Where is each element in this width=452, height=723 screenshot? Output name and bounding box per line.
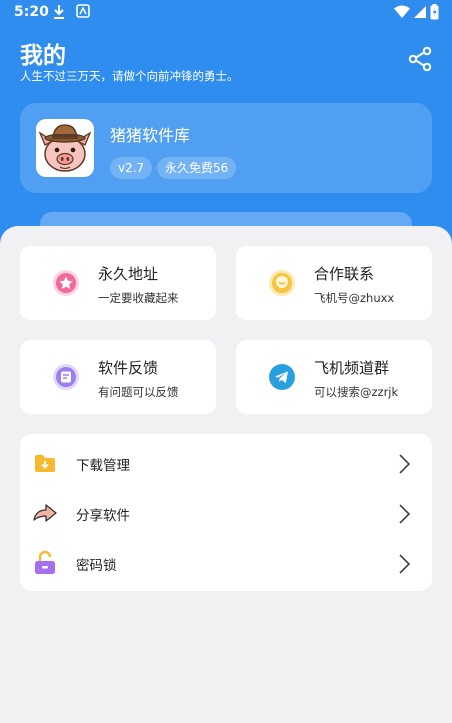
lock-icon [35, 550, 55, 574]
tile-cooperation-contact[interactable]: 合作联系 飞机号@zhuxx [236, 246, 432, 320]
version-badge: v2.7 [110, 157, 153, 179]
menu-item-share-software[interactable]: 分享软件 [20, 487, 432, 537]
tile-subtitle: 可以搜索@zzrjk [314, 385, 399, 399]
tile-title: 软件反馈 [98, 359, 159, 377]
tile-software-feedback[interactable]: 软件反馈 有问题可以反馈 [20, 340, 216, 414]
chevron-right-icon [399, 554, 411, 574]
tile-subtitle: 有问题可以反馈 [98, 385, 179, 399]
pig-logo-icon [38, 124, 92, 172]
page-title: 我的 [20, 43, 66, 69]
telegram-icon [269, 364, 295, 390]
download-folder-icon [35, 455, 55, 472]
tile-subtitle: 一定要收藏起来 [98, 291, 179, 305]
app-name: 猪猪软件库 [110, 126, 191, 145]
download-status-icon [52, 4, 66, 24]
signal-icon [413, 5, 427, 23]
app-notification-icon [76, 4, 90, 22]
share-icon [408, 46, 432, 72]
status-bar: 5:20 [0, 0, 452, 26]
app-info-card[interactable]: 猪猪软件库 v2.7 永久免费56 [20, 103, 432, 193]
menu-item-download-manager[interactable]: 下载管理 [20, 437, 432, 487]
chat-icon [269, 270, 295, 296]
status-time: 5:20 [14, 4, 49, 20]
tile-title: 飞机频道群 [314, 359, 390, 377]
app-logo [36, 119, 94, 177]
tile-permanent-address[interactable]: 永久地址 一定要收藏起来 [20, 246, 216, 320]
tile-telegram-channel[interactable]: 飞机频道群 可以搜索@zzrjk [236, 340, 432, 414]
menu-item-label: 分享软件 [76, 508, 130, 524]
feedback-icon [53, 364, 79, 390]
tile-title: 永久地址 [98, 265, 159, 283]
chevron-right-icon [399, 454, 411, 474]
free-count-badge: 永久免费56 [157, 157, 237, 179]
tile-title: 合作联系 [314, 265, 375, 283]
share-button[interactable] [406, 45, 434, 73]
tile-subtitle: 飞机号@zhuxx [314, 291, 395, 305]
menu-item-label: 下载管理 [76, 458, 130, 474]
star-icon [53, 270, 79, 296]
chevron-right-icon [399, 504, 411, 524]
menu-item-password-lock[interactable]: 密码锁 [20, 537, 432, 587]
settings-menu: 下载管理 分享软件 密码锁 [20, 434, 432, 591]
battery-icon [430, 4, 439, 24]
wifi-icon [393, 5, 411, 23]
menu-item-label: 密码锁 [76, 558, 117, 574]
page-subtitle: 人生不过三万天，请做个向前冲锋的勇士。 [20, 69, 239, 83]
share-arrow-icon [33, 504, 57, 522]
